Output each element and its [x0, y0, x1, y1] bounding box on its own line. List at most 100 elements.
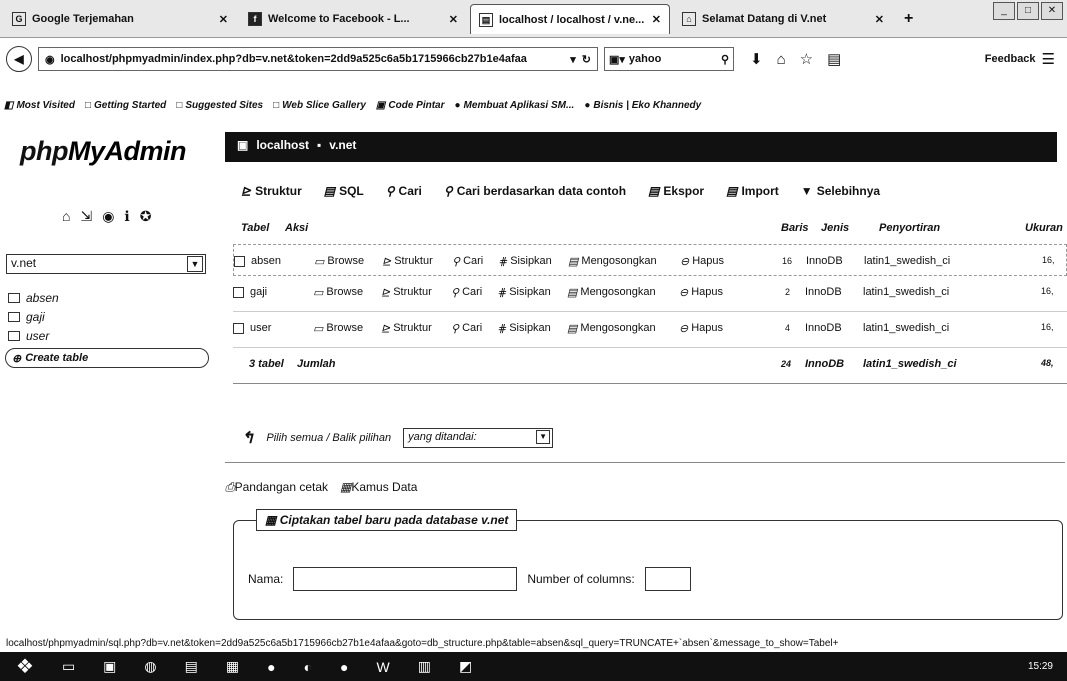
- bookmark-suggested-sites[interactable]: □ Suggested Sites: [176, 100, 263, 111]
- insert-action[interactable]: ⋕ Sisipkan: [498, 255, 552, 268]
- col-penyortiran[interactable]: Penyortiran: [879, 222, 940, 234]
- select-all-link[interactable]: Pilih semua / Balik pilihan: [266, 432, 391, 444]
- col-baris[interactable]: Baris: [781, 222, 809, 234]
- table-name[interactable]: gaji: [250, 286, 267, 298]
- clock[interactable]: 15:29: [1028, 661, 1053, 672]
- settings-icon[interactable]: ✪: [140, 208, 152, 225]
- tab-selamat-datang[interactable]: ⌂ Selamat Datang di V.net ✕: [674, 4, 892, 34]
- site-info-icon[interactable]: ◉: [45, 53, 55, 66]
- search-icon[interactable]: ⚲: [721, 53, 729, 66]
- breadcrumb-database[interactable]: v.net: [329, 138, 356, 156]
- close-icon[interactable]: ✕: [219, 13, 228, 26]
- row-checkbox[interactable]: [234, 255, 245, 267]
- sidebar-item-gaji[interactable]: gaji: [8, 307, 59, 326]
- chevron-down-icon[interactable]: ▼: [536, 430, 551, 444]
- bookmark-web-slice[interactable]: □ Web Slice Gallery: [273, 100, 366, 111]
- close-icon[interactable]: ✕: [875, 13, 884, 26]
- search-action[interactable]: ⚲ Cari: [452, 255, 483, 268]
- app-icon[interactable]: ●: [267, 659, 275, 675]
- col-tabel[interactable]: Tabel: [241, 222, 269, 234]
- word-icon[interactable]: W: [377, 659, 390, 675]
- insert-action[interactable]: ⋕ Sisipkan: [497, 322, 551, 335]
- row-checkbox[interactable]: [233, 286, 244, 298]
- app-icon[interactable]: ▤: [185, 658, 198, 675]
- data-dictionary-link[interactable]: ▦Kamus Data: [340, 480, 417, 495]
- print-view-link[interactable]: ⎙Pandangan cetak: [225, 480, 328, 495]
- chrome-icon[interactable]: ◍: [144, 658, 156, 675]
- app-icon[interactable]: ▥: [418, 658, 431, 675]
- close-icon[interactable]: ✕: [652, 13, 661, 26]
- home-icon[interactable]: ⌂: [62, 208, 70, 225]
- drop-action[interactable]: ⊖ Hapus: [679, 322, 723, 335]
- tab-facebook[interactable]: f Welcome to Facebook - L... ✕: [240, 4, 466, 34]
- bookmarks-icon[interactable]: ▤: [827, 50, 841, 68]
- feedback-button[interactable]: Feedback: [985, 53, 1036, 65]
- tab-cari[interactable]: ⚲ Cari: [386, 184, 422, 198]
- tab-phpmyadmin[interactable]: ▤ localhost / localhost / v.ne... ✕: [470, 4, 670, 34]
- tab-ekspor[interactable]: ▤ Ekspor: [648, 184, 704, 198]
- app-icon[interactable]: ●: [340, 659, 348, 675]
- back-icon[interactable]: ◀: [6, 46, 32, 72]
- close-window-icon[interactable]: ✕: [1041, 2, 1063, 20]
- minimize-icon[interactable]: _: [993, 2, 1015, 20]
- database-select[interactable]: v.net ▼: [6, 254, 206, 274]
- start-icon[interactable]: ❖: [16, 654, 34, 679]
- tab-sql[interactable]: ▤ SQL: [324, 184, 364, 198]
- firefox-icon[interactable]: ◐: [304, 659, 312, 675]
- structure-action[interactable]: ⊵ Struktur: [381, 322, 432, 335]
- create-table-link[interactable]: ⊕ Create table: [5, 348, 209, 368]
- tab-google-translate[interactable]: G Google Terjemahan ✕: [4, 4, 236, 34]
- url-bar[interactable]: ◉ localhost/phpmyadmin/index.php?db=v.ne…: [38, 47, 598, 71]
- sidebar-item-user[interactable]: user: [8, 326, 59, 345]
- insert-action[interactable]: ⋕ Sisipkan: [497, 286, 551, 299]
- logout-icon[interactable]: ⇲: [80, 208, 92, 225]
- empty-action[interactable]: ▤ Mengosongkan: [568, 255, 657, 268]
- bookmark-star-icon[interactable]: ☆: [800, 50, 813, 68]
- explorer-icon[interactable]: ▭: [62, 658, 75, 675]
- row-checkbox[interactable]: [233, 322, 244, 334]
- app-icon[interactable]: ▣: [103, 658, 116, 675]
- dropdown-icon[interactable]: ▾: [570, 53, 576, 66]
- chevron-down-icon[interactable]: ▼: [187, 256, 203, 272]
- table-name[interactable]: absen: [251, 255, 281, 267]
- breadcrumb-server[interactable]: localhost: [256, 138, 309, 156]
- browse-action[interactable]: ▭ Browse: [313, 286, 363, 299]
- bookmark-most-visited[interactable]: ◧ Most Visited: [4, 100, 75, 111]
- columns-input[interactable]: [644, 567, 691, 591]
- structure-action[interactable]: ⊵ Struktur: [382, 255, 433, 268]
- table-name-input[interactable]: [293, 567, 518, 591]
- structure-action[interactable]: ⊵ Struktur: [381, 286, 432, 299]
- phpmyadmin-logo[interactable]: phpMyAdmin: [20, 136, 186, 167]
- search-action[interactable]: ⚲ Cari: [451, 322, 482, 335]
- tab-cari-contoh[interactable]: ⚲ Cari berdasarkan data contoh: [444, 184, 626, 198]
- bookmark-bisnis[interactable]: ● Bisnis | Eko Khannedy: [584, 100, 701, 111]
- app-icon[interactable]: ▦: [226, 658, 239, 675]
- tab-selebihnya[interactable]: ▼ Selebihnya: [801, 184, 880, 198]
- new-tab-button[interactable]: +: [896, 4, 926, 34]
- col-ukuran[interactable]: Ukuran: [1025, 222, 1063, 234]
- bookmark-getting-started[interactable]: □ Getting Started: [85, 100, 166, 111]
- reload-icon[interactable]: ↻: [582, 53, 591, 66]
- empty-action[interactable]: ▤ Mengosongkan: [567, 286, 656, 299]
- tab-import[interactable]: ▤ Import: [726, 184, 779, 198]
- close-icon[interactable]: ✕: [449, 13, 458, 26]
- browse-action[interactable]: ▭ Browse: [314, 255, 364, 268]
- download-icon[interactable]: ⬇: [750, 50, 763, 68]
- search-action[interactable]: ⚲ Cari: [451, 286, 482, 299]
- query-icon[interactable]: ◉: [102, 208, 114, 225]
- maximize-icon[interactable]: □: [1017, 2, 1039, 20]
- drop-action[interactable]: ⊖ Hapus: [679, 286, 723, 299]
- table-name[interactable]: user: [250, 322, 271, 334]
- tab-struktur[interactable]: ⊵ Struktur: [241, 184, 302, 198]
- sidebar-item-absen[interactable]: absen: [8, 288, 59, 307]
- home-icon[interactable]: ⌂: [777, 51, 786, 68]
- bookmark-membuat-aplikasi[interactable]: ● Membuat Aplikasi SM...: [455, 100, 575, 111]
- drop-action[interactable]: ⊖ Hapus: [680, 255, 724, 268]
- with-selected-select[interactable]: yang ditandai: ▼: [403, 428, 554, 448]
- menu-icon[interactable]: ☰: [1042, 50, 1055, 68]
- bookmark-code-pintar[interactable]: ▣ Code Pintar: [376, 100, 445, 111]
- docs-icon[interactable]: ℹ: [124, 208, 129, 225]
- app-icon[interactable]: ◩: [459, 658, 472, 675]
- col-jenis[interactable]: Jenis: [821, 222, 849, 234]
- search-box[interactable]: ▣▾ yahoo ⚲: [604, 47, 734, 71]
